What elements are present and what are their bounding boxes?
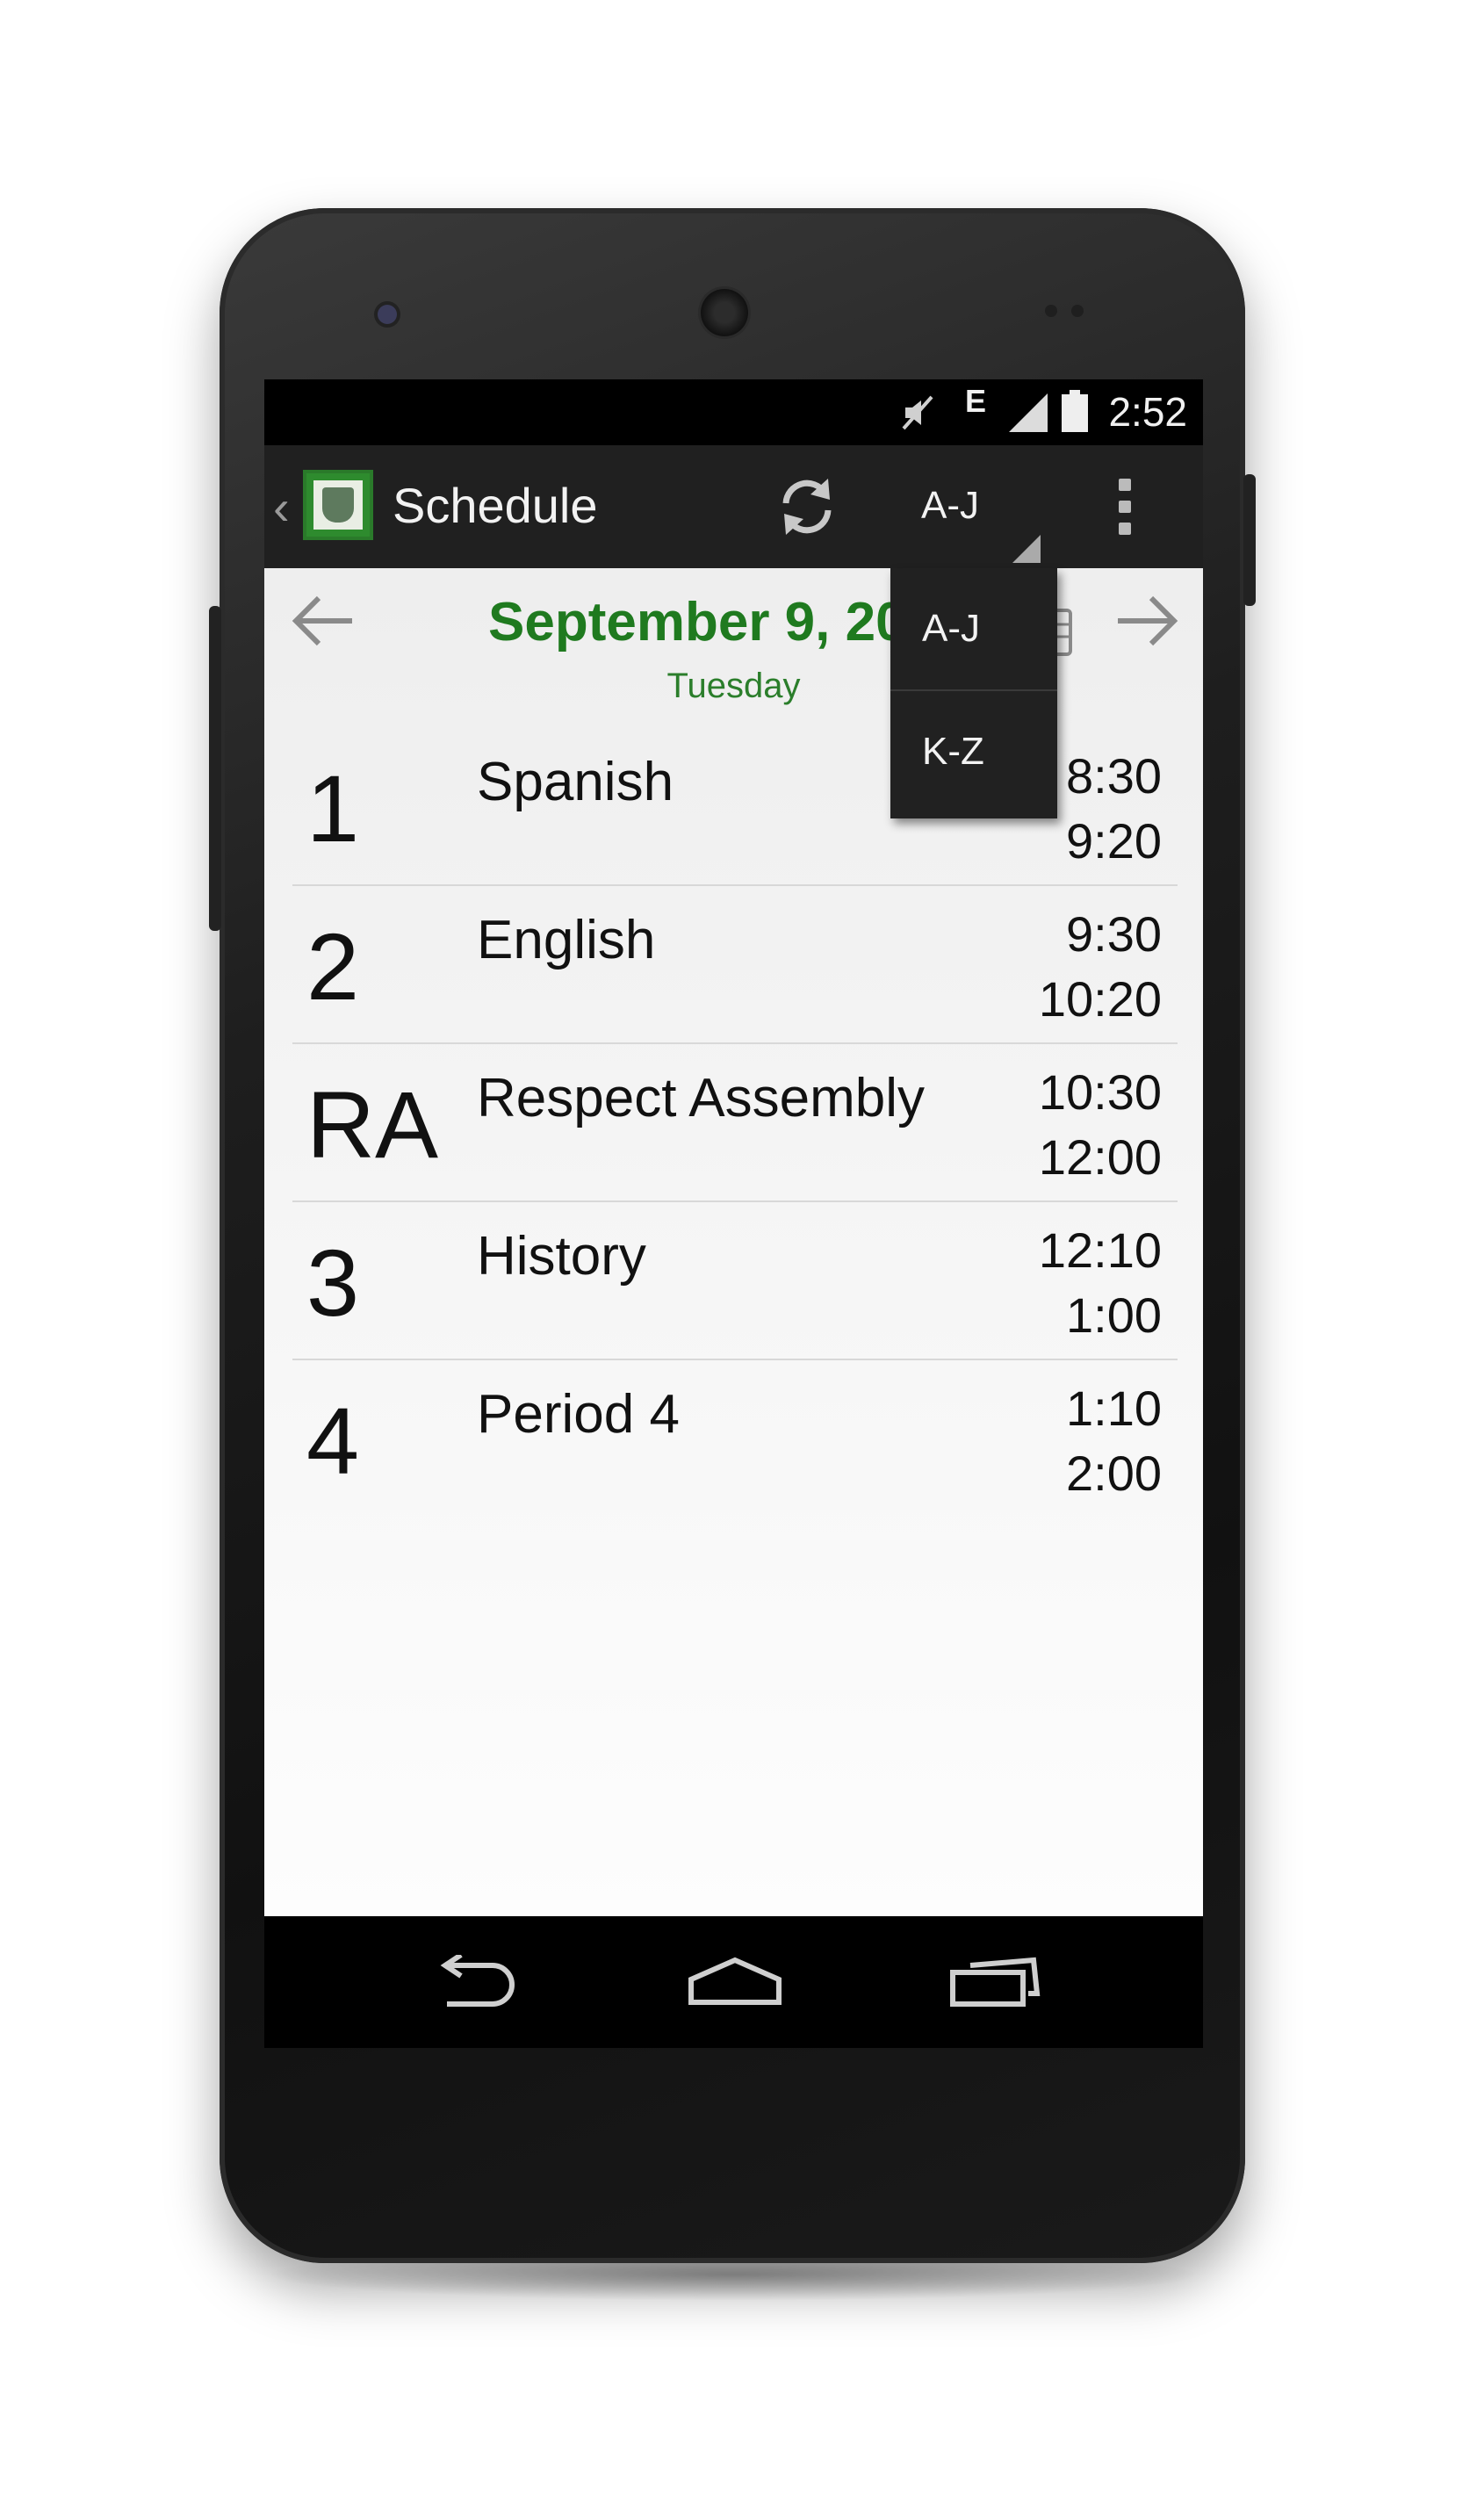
volume-button[interactable] (209, 606, 221, 931)
start-time: 12:10 (1038, 1222, 1162, 1278)
subject-name: Period 4 (477, 1384, 680, 1445)
prev-arrow-icon[interactable] (289, 593, 359, 649)
app-logo-icon[interactable] (303, 470, 373, 540)
network-e-icon: E (965, 383, 987, 419)
start-time: 10:30 (1038, 1064, 1162, 1120)
schedule-row[interactable]: RA Respect Assembly 10:30 12:00 (292, 1042, 1178, 1202)
power-button[interactable] (1243, 474, 1256, 606)
subject-name: History (477, 1226, 646, 1287)
subject-name: Respect Assembly (477, 1068, 925, 1128)
end-time: 1:00 (1066, 1287, 1162, 1343)
period-number: 4 (306, 1388, 360, 1494)
home-icon[interactable] (686, 1955, 784, 2008)
section-spinner[interactable]: A-J (921, 484, 979, 528)
start-time: 9:30 (1066, 906, 1162, 962)
period-number: RA (306, 1071, 439, 1178)
up-caret-icon[interactable]: ‹ (273, 479, 290, 536)
dropdown-option-label: K-Z (922, 730, 984, 773)
end-time: 9:20 (1066, 813, 1162, 869)
overflow-menu-icon[interactable] (1116, 479, 1134, 535)
front-camera-icon (378, 305, 397, 324)
refresh-icon[interactable] (774, 473, 840, 540)
action-bar: ‹ Schedule A-J (264, 445, 1203, 568)
back-icon[interactable] (429, 1955, 521, 2008)
page-title[interactable]: Schedule (393, 477, 598, 534)
schedule-row[interactable]: 2 English 9:30 10:20 (292, 884, 1178, 1044)
dropdown-option-a-j[interactable]: A-J (890, 568, 1057, 691)
end-time: 10:20 (1038, 971, 1162, 1027)
dropdown-option-label: A-J (922, 607, 980, 650)
start-time: 1:10 (1066, 1381, 1162, 1436)
screen: E 2:52 ‹ Schedule A-J September 9, 20 Tu… (264, 379, 1203, 2048)
dropdown-option-k-z[interactable]: K-Z (890, 691, 1057, 812)
schedule-row[interactable]: 3 History 12:10 1:00 (292, 1200, 1178, 1360)
status-bar: E 2:52 (264, 379, 1203, 445)
period-number: 2 (306, 913, 360, 1020)
recent-apps-icon[interactable] (949, 1955, 1044, 2008)
period-number: 1 (306, 755, 360, 862)
end-time: 12:00 (1038, 1129, 1162, 1185)
nav-bar (264, 1916, 1203, 2048)
earpiece-speaker-icon (701, 289, 748, 336)
sensor-icon (1071, 305, 1084, 317)
next-arrow-icon[interactable] (1111, 593, 1181, 649)
section-dropdown: A-J K-Z (890, 568, 1057, 818)
clock: 2:52 (1108, 389, 1187, 435)
day-title: Tuesday (666, 667, 801, 705)
subject-name: English (477, 910, 656, 970)
battery-icon (1062, 390, 1088, 432)
date-title: September 9, 20 (488, 592, 906, 652)
start-time: 8:30 (1066, 748, 1162, 804)
subject-name: Spanish (477, 752, 674, 812)
schedule-row[interactable]: 4 Period 4 1:10 2:00 (292, 1359, 1178, 1517)
end-time: 2:00 (1066, 1446, 1162, 1501)
sensor-icon (1045, 305, 1057, 317)
signal-icon (1009, 393, 1048, 432)
mute-icon (902, 395, 933, 430)
spinner-indicator-icon (1012, 535, 1041, 563)
period-number: 3 (306, 1229, 360, 1336)
schedule-content: September 9, 20 Tuesday 1 Spanish 8:30 9… (264, 568, 1203, 1916)
